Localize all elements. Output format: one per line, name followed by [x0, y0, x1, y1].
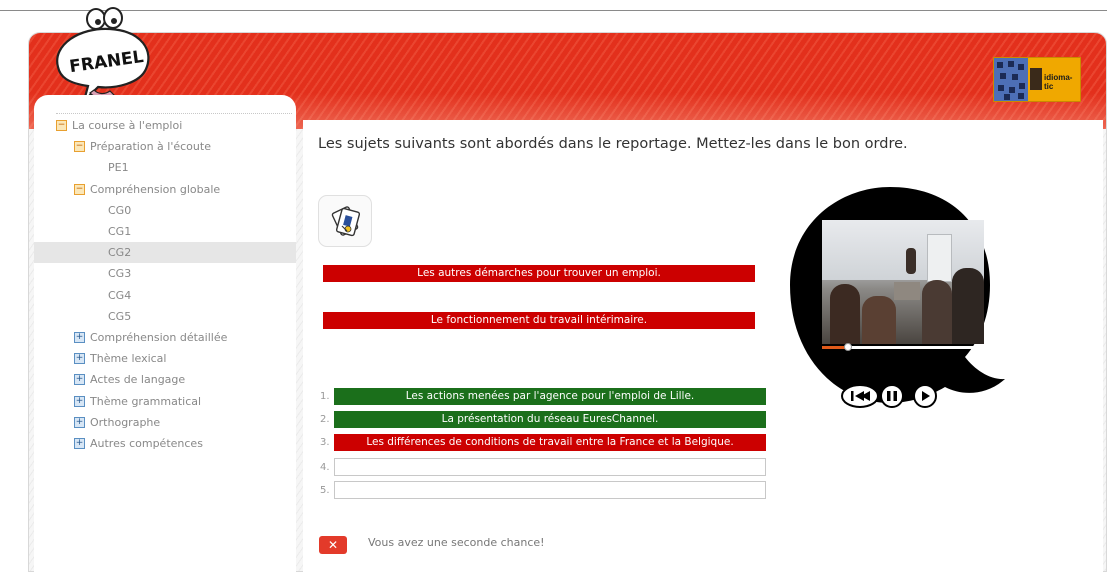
sidebar-item-cg4[interactable]: CG4: [34, 285, 296, 306]
sidebar-item-actes-de-langage[interactable]: + Actes de langage: [34, 369, 296, 390]
sidebar-item-label: CG0: [108, 203, 132, 217]
collapse-icon[interactable]: −: [74, 141, 85, 153]
sidebar-item-preparation-a-l-ecoute[interactable]: − Préparation à l'écoute: [34, 136, 296, 157]
sidebar-item-comprehension-globale[interactable]: − Compréhension globale: [34, 179, 296, 200]
answer-slot-empty[interactable]: [334, 481, 766, 499]
feedback-message: Vous avez une seconde chance!: [368, 536, 545, 549]
sidebar-item-theme-lexical[interactable]: + Thème lexical: [34, 348, 296, 369]
top-divider: [0, 10, 1107, 11]
sidebar-item-autres-competences[interactable]: + Autres compétences: [34, 433, 296, 454]
answer-slot[interactable]: Les actions menées par l'agence pour l'e…: [334, 388, 766, 405]
expand-icon[interactable]: +: [74, 395, 85, 407]
sidebar-item-label: Actes de langage: [90, 373, 186, 387]
sidebar-item-label: PE1: [108, 161, 129, 175]
sidebar-item-cg2[interactable]: CG2: [34, 242, 296, 264]
sidebar-item-cg1[interactable]: CG1: [34, 221, 296, 242]
video-progress-handle[interactable]: [843, 343, 852, 351]
slot-number: 4.: [320, 462, 330, 473]
rewind-button[interactable]: [841, 384, 879, 408]
answer-slot[interactable]: La présentation du réseau EuresChannel.: [334, 411, 766, 428]
idioma-tic-logo[interactable]: idioma-tic: [993, 57, 1081, 102]
sidebar-item-label: Compréhension globale: [90, 182, 221, 196]
video-controls: [840, 384, 944, 408]
idioma-mosaic-icon: [994, 58, 1028, 101]
sidebar-divider: [56, 113, 292, 114]
video-progress-track[interactable]: [822, 343, 984, 351]
sidebar-item-theme-grammatical[interactable]: + Thème grammatical: [34, 390, 296, 411]
sidebar-item-la-course-a-l-emploi[interactable]: − La course à l'emploi: [34, 115, 296, 136]
sidebar-item-label: CG1: [108, 225, 132, 239]
expand-icon[interactable]: +: [74, 374, 85, 386]
collapse-icon[interactable]: −: [74, 183, 85, 195]
sidebar-item-label: Autres compétences: [90, 436, 203, 450]
sidebar-item-orthographe[interactable]: + Orthographe: [34, 412, 296, 433]
slot-number: 3.: [320, 437, 330, 448]
sidebar-item-label: CG2: [108, 246, 132, 260]
sidebar-item-label: Thème lexical: [90, 352, 167, 366]
cards-icon: [331, 206, 361, 237]
sidebar-item-cg3[interactable]: CG3: [34, 263, 296, 284]
cards-button[interactable]: [318, 195, 372, 247]
expand-icon[interactable]: +: [74, 416, 85, 428]
sidebar: − La course à l'emploi − Préparation à l'éc…: [34, 95, 296, 572]
pause-button[interactable]: [880, 384, 904, 408]
sidebar-item-pe1[interactable]: PE1: [34, 157, 296, 178]
slot-number: 1.: [320, 391, 330, 402]
slot-number: 2.: [320, 414, 330, 425]
sidebar-item-comprehension-detaillee[interactable]: + Compréhension détaillée: [34, 327, 296, 348]
sidebar-item-label: La course à l'emploi: [72, 119, 183, 133]
expand-icon[interactable]: +: [74, 353, 85, 365]
expand-icon[interactable]: +: [74, 437, 85, 449]
sidebar-item-label: CG4: [108, 288, 132, 302]
sidebar-item-cg0[interactable]: CG0: [34, 200, 296, 221]
sidebar-item-cg5[interactable]: CG5: [34, 306, 296, 327]
slot-number: 5.: [320, 485, 330, 496]
wrong-feedback-icon: ✕: [319, 536, 347, 554]
sidebar-item-label: Thème grammatical: [90, 394, 202, 408]
sidebar-item-label: Compréhension détaillée: [90, 330, 228, 344]
sidebar-item-label: CG3: [108, 267, 132, 281]
video-frame[interactable]: [822, 220, 984, 344]
answer-card[interactable]: Les autres démarches pour trouver un emp…: [323, 265, 755, 282]
play-button[interactable]: [913, 384, 937, 408]
exercise-instruction: Les sujets suivants sont abordés dans le…: [318, 136, 908, 152]
sidebar-item-label: CG5: [108, 309, 132, 323]
expand-icon[interactable]: +: [74, 331, 85, 343]
door-icon: [1030, 68, 1042, 90]
answer-slot[interactable]: Les différences de conditions de travail…: [334, 434, 766, 451]
idioma-tic-label: idioma-tic: [1044, 73, 1073, 91]
sidebar-tree: − La course à l'emploi − Préparation à l'éc…: [34, 115, 296, 454]
answer-card[interactable]: Le fonctionnement du travail intérimaire…: [323, 312, 755, 329]
answer-slot-empty[interactable]: [334, 458, 766, 476]
sidebar-item-label: Préparation à l'écoute: [90, 140, 211, 154]
collapse-icon[interactable]: −: [56, 120, 67, 132]
sidebar-item-label: Orthographe: [90, 415, 161, 429]
